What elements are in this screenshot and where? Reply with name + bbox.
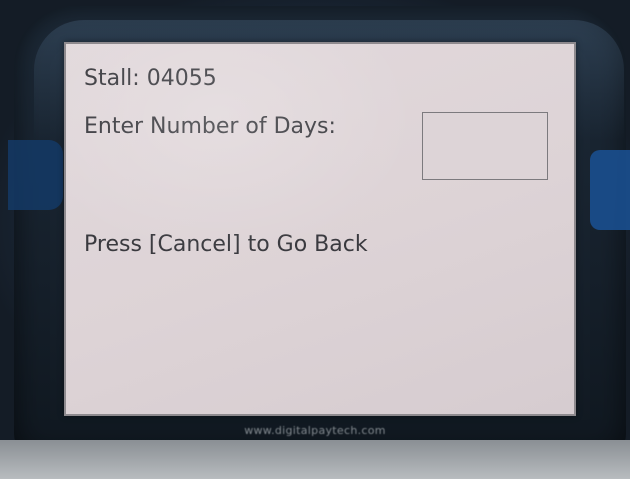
device-footer-url: www.digitalpaytech.com [244, 424, 386, 437]
days-input-field[interactable] [422, 112, 548, 180]
device-bottom-strip [0, 440, 630, 479]
device-brand-accent [590, 150, 630, 230]
photo-frame: www.digitalpaytech.com Stall: 04055 Ente… [0, 0, 630, 479]
stall-label: Stall: 04055 [84, 66, 217, 91]
kiosk-screen: Stall: 04055 Enter Number of Days: Press… [64, 42, 576, 416]
days-prompt: Enter Number of Days: [84, 114, 336, 139]
device-side-accent [8, 140, 63, 210]
cancel-hint: Press [Cancel] to Go Back [84, 232, 368, 257]
screen-glare [66, 44, 574, 414]
